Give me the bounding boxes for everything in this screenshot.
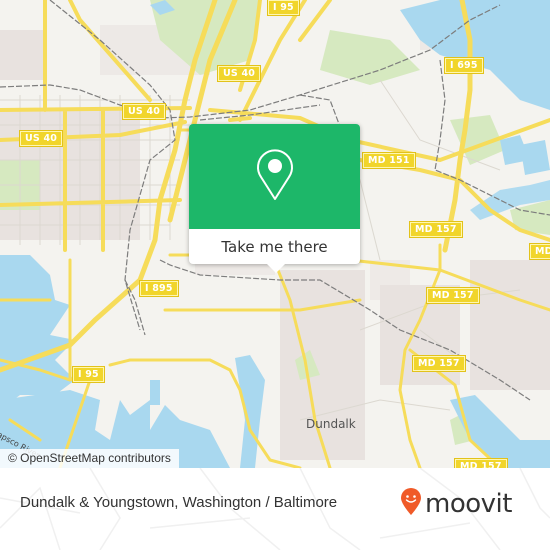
shield-i895: I 895	[139, 280, 179, 297]
shield-md157-d: MD 157	[454, 458, 508, 468]
shield-i95-south: I 95	[72, 366, 105, 383]
shield-us40-mid: US 40	[216, 65, 262, 82]
shield-i95-north: I 95	[267, 0, 300, 16]
moovit-logo[interactable]: moovit	[400, 488, 512, 520]
place-label-dundalk: Dundalk	[306, 417, 356, 431]
moovit-pin-icon	[400, 488, 422, 520]
shield-md157-a: MD 157	[409, 221, 463, 238]
popup-pointer	[267, 264, 285, 273]
map-pin-icon	[255, 147, 295, 207]
shield-md-east-partial: MD	[529, 243, 550, 260]
shield-md157-c: MD 157	[412, 355, 466, 372]
shield-i695: I 695	[444, 57, 484, 74]
map-view[interactable]: I 95 US 40 US 40 US 40 I 695 MD 151 MD 1…	[0, 0, 550, 468]
location-popup: Take me there	[189, 124, 360, 273]
footer-bar: Dundalk & Youngstown, Washington / Balti…	[0, 468, 550, 550]
location-title: Dundalk & Youngstown, Washington / Balti…	[20, 494, 338, 511]
shield-md157-b: MD 157	[426, 287, 480, 304]
moovit-wordmark: moovit	[425, 489, 512, 519]
osm-attribution[interactable]: © OpenStreetMap contributors	[0, 449, 179, 468]
shield-md151: MD 151	[362, 152, 416, 169]
take-me-there-button[interactable]: Take me there	[189, 229, 360, 264]
shield-us40-center: US 40	[121, 103, 167, 120]
shield-us40-west: US 40	[18, 130, 64, 147]
popup-header	[189, 124, 360, 229]
